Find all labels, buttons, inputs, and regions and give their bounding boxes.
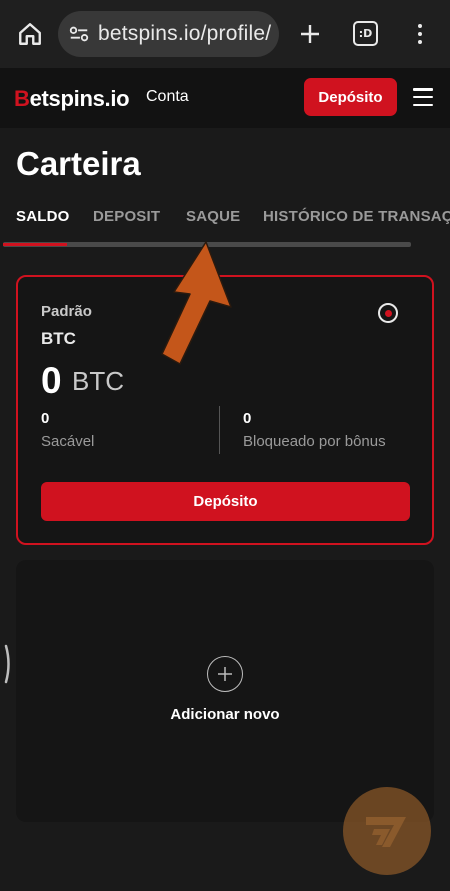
bonus-locked-value: 0 bbox=[243, 410, 252, 427]
wallet-type-label: Padrão bbox=[41, 303, 92, 320]
bonus-locked-label: Bloqueado por bônus bbox=[243, 433, 386, 450]
withdrawable-value: 0 bbox=[41, 410, 50, 427]
tab-saldo[interactable]: SALDO bbox=[16, 208, 70, 225]
wallet-balance: 0 bbox=[41, 360, 62, 401]
radio-selected-icon[interactable] bbox=[378, 303, 398, 323]
more-vert-icon[interactable] bbox=[410, 20, 430, 48]
edge-swipe-handle[interactable] bbox=[4, 644, 12, 684]
wallet-currency: BTC bbox=[41, 329, 76, 348]
withdrawable-label: Sacável bbox=[41, 433, 95, 450]
tab-historico[interactable]: HISTÓRICO DE TRANSAÇÕES bbox=[263, 208, 450, 225]
site-logo[interactable]: Betspins.io bbox=[14, 86, 130, 112]
add-circle-icon[interactable] bbox=[207, 656, 243, 692]
home-icon[interactable] bbox=[16, 20, 44, 48]
wallet-deposit-button[interactable]: Depósito bbox=[41, 482, 410, 521]
tab-saque[interactable]: SAQUE bbox=[186, 208, 240, 225]
page-title: Carteira bbox=[16, 145, 141, 182]
tab-deposit[interactable]: DEPOSIT bbox=[93, 208, 160, 225]
nav-link-conta[interactable]: Conta bbox=[146, 88, 189, 106]
plus-icon[interactable] bbox=[296, 20, 324, 48]
watermark-logo bbox=[343, 787, 431, 875]
tabs-icon[interactable]: :D bbox=[353, 21, 378, 46]
arrow-annotation bbox=[135, 232, 255, 372]
add-new-label[interactable]: Adicionar novo bbox=[0, 706, 450, 723]
wallet-divider bbox=[219, 406, 220, 454]
url-text: betspins.io/profile/ bbox=[98, 22, 272, 45]
hamburger-icon[interactable] bbox=[413, 88, 433, 106]
logo-letter: B bbox=[14, 86, 30, 111]
header-deposit-button[interactable]: Depósito bbox=[304, 78, 397, 116]
logo-text: etspins.io bbox=[29, 86, 130, 111]
site-info-icon[interactable] bbox=[66, 21, 92, 47]
wallet-balance-unit: BTC bbox=[72, 366, 124, 396]
url-bar[interactable]: betspins.io/profile/ bbox=[58, 11, 279, 57]
tab-count: :D bbox=[358, 27, 373, 40]
active-tab-indicator bbox=[3, 243, 67, 246]
